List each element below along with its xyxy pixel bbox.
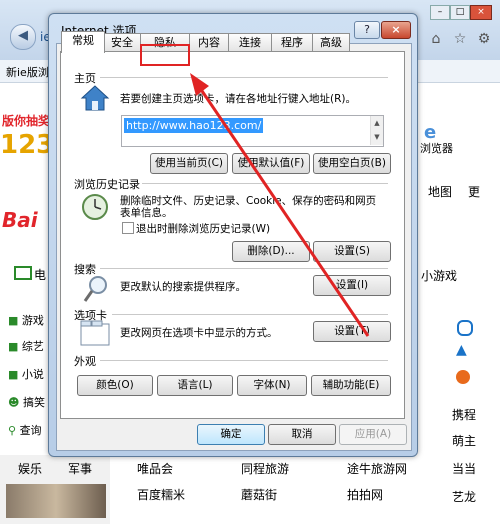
delete-on-exit-checkbox[interactable] [122, 222, 134, 234]
tab-advanced[interactable]: 高级 [312, 33, 350, 52]
category-tab[interactable]: 娱乐 [18, 460, 42, 477]
tab-content[interactable]: 内容 [189, 33, 229, 52]
tabs-description: 更改网页在选项卡中显示的方式。 [120, 327, 278, 339]
tab-programs[interactable]: 程序 [271, 33, 313, 52]
help-button[interactable]: ? [354, 21, 380, 39]
languages-button[interactable]: 语言(L) [157, 375, 233, 396]
use-blank-button[interactable]: 使用空白页(B) [313, 153, 391, 174]
apply-button[interactable]: 应用(A) [339, 424, 407, 445]
privacy-tab-highlight [140, 44, 190, 66]
cancel-button[interactable]: 取消 [268, 424, 336, 445]
delete-history-button[interactable]: 删除(D)... [232, 241, 310, 262]
tab-security[interactable]: 安全 [103, 33, 141, 52]
delete-on-exit-label[interactable]: 退出时删除浏览历史记录(W) [136, 221, 270, 236]
tabs-settings-button[interactable]: 设置(T) [313, 321, 391, 342]
link-item[interactable]: 百度糯米 [137, 486, 185, 503]
site-icon[interactable] [457, 320, 473, 336]
magnifier-icon [83, 276, 107, 302]
ad-banner[interactable]: 版你抽奖 [2, 112, 50, 129]
colors-button[interactable]: 颜色(O) [77, 375, 153, 396]
search-description: 更改默认的搜索提供程序。 [120, 281, 246, 293]
url-scrollbar[interactable]: ▲ ▼ [370, 116, 383, 145]
use-default-button[interactable]: 使用默认值(F) [232, 153, 310, 174]
close-window-icon[interactable]: × [470, 5, 492, 20]
close-button[interactable]: × [381, 21, 411, 39]
gear-icon[interactable]: ⚙ [475, 30, 493, 48]
separator [100, 360, 388, 361]
homepage-url-value[interactable]: http://www.hao123.com/ [124, 118, 264, 133]
link-item[interactable]: 蘑菇街 [241, 486, 277, 503]
separator [100, 77, 388, 78]
separator [112, 314, 388, 315]
mini-games-link[interactable]: 小游戏 [421, 267, 457, 284]
category-tab[interactable]: 军事 [68, 460, 92, 477]
maximize-icon[interactable]: □ [450, 5, 470, 20]
search-settings-button[interactable]: 设置(I) [313, 275, 391, 296]
tab-connections[interactable]: 连接 [228, 33, 272, 52]
separator [100, 268, 388, 269]
link-item[interactable]: 拍拍网 [347, 486, 383, 503]
site-icon[interactable] [456, 370, 470, 384]
more-link[interactable]: 更 [468, 183, 480, 200]
fonts-button[interactable]: 字体(N) [237, 375, 307, 396]
history-settings-button[interactable]: 设置(S) [313, 241, 391, 262]
link-item[interactable]: 唯品会 [137, 460, 173, 477]
thumbnail-image[interactable] [6, 484, 106, 518]
site-link[interactable]: 当当 [452, 460, 476, 477]
house-icon [80, 85, 110, 111]
site-link[interactable]: 艺龙 [452, 488, 476, 505]
window-controls: – □ × [430, 5, 492, 20]
minimize-icon[interactable]: – [430, 5, 450, 20]
link-item[interactable]: 途牛旅游网 [347, 460, 407, 477]
site-link[interactable]: 萌主 [452, 432, 476, 449]
appearance-heading: 外观 [74, 355, 96, 368]
logo-123[interactable]: 123 [0, 130, 54, 160]
browser-tab[interactable]: 新ie版浏 [6, 64, 49, 80]
tabs-window-icon [80, 320, 110, 346]
star-icon[interactable]: ☆ [451, 30, 469, 48]
accessibility-button[interactable]: 辅助功能(E) [311, 375, 391, 396]
map-link[interactable]: 地图 [428, 183, 452, 200]
logo-baidu[interactable]: Bai [2, 208, 38, 232]
history-description-line2: 表单信息。 [120, 207, 173, 219]
link-item[interactable]: 同程旅游 [241, 460, 289, 477]
site-icon[interactable]: ▲ [456, 342, 467, 358]
ok-button[interactable]: 确定 [197, 424, 265, 445]
tv-icon [14, 266, 32, 280]
left-tab[interactable]: 电 [34, 266, 46, 283]
tab-general[interactable]: 常规 [61, 31, 105, 53]
separator [142, 183, 388, 184]
home-icon[interactable]: ⌂ [427, 30, 445, 48]
history-heading: 浏览历史记录 [74, 178, 140, 191]
use-current-button[interactable]: 使用当前页(C) [150, 153, 228, 174]
history-clock-icon [82, 194, 108, 220]
site-link[interactable]: 携程 [452, 406, 476, 423]
browser-label[interactable]: 浏览器 [420, 140, 453, 156]
homepage-description: 若要创建主页选项卡，请在各地址行键入地址(R)。 [120, 93, 356, 105]
back-arrow-icon[interactable]: ◀ [10, 24, 36, 50]
